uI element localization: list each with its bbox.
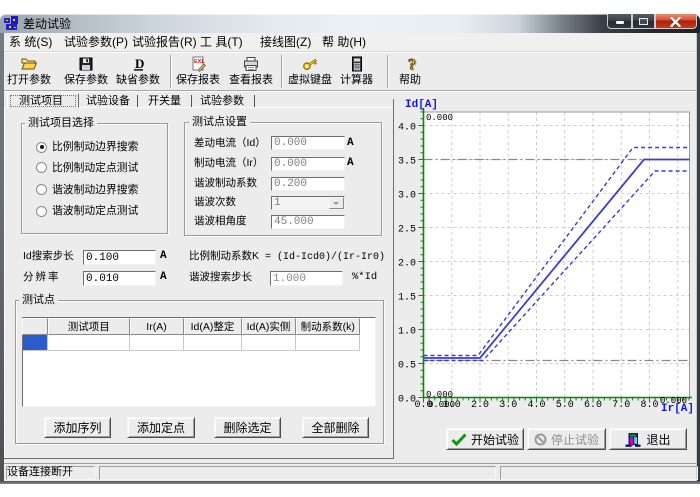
svg-text:2.0: 2.0 [398,259,416,270]
svg-text:0.000: 0.000 [426,390,453,400]
svg-text:4.0: 4.0 [527,400,545,411]
svg-text:6.0: 6.0 [584,400,602,411]
svg-text:0.000: 0.000 [428,400,455,410]
svg-text:7.0: 7.0 [612,400,630,411]
svg-text:2.5: 2.5 [398,225,416,236]
svg-text:2.0: 2.0 [471,400,489,411]
svg-text:?: ? [408,57,416,73]
svg-text:Id[A]: Id[A] [405,99,438,111]
svg-text:D: D [135,56,144,71]
svg-text:3.0: 3.0 [499,400,517,411]
svg-text:0.0: 0.0 [398,395,416,406]
svg-text:3.0: 3.0 [398,191,416,202]
svg-text:0.5: 0.5 [398,361,416,372]
svg-text:1.0: 1.0 [398,327,416,338]
svg-text:4.0: 4.0 [398,123,416,134]
svg-text:0.000: 0.000 [426,113,453,123]
svg-text:Ir[A]: Ir[A] [661,403,694,415]
svg-text:1.5: 1.5 [398,293,416,304]
svg-text:3.5: 3.5 [398,157,416,168]
svg-text:5.0: 5.0 [556,400,574,411]
svg-text:8.0: 8.0 [640,400,658,411]
